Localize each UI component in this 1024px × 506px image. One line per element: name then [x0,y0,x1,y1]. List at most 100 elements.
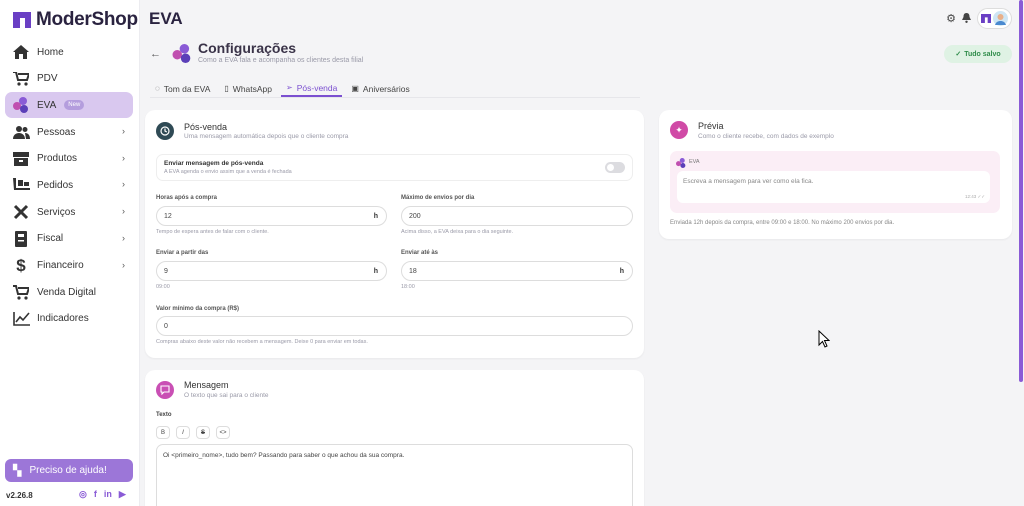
header-title: EVA [149,9,183,28]
max-envios-input[interactable]: 200 [401,206,633,226]
chevron-right-icon: › [122,206,125,217]
sidebar-item-pessoas[interactable]: Pessoas › [5,119,133,145]
facebook-icon[interactable]: f [94,489,97,500]
posvenda-toggle[interactable] [605,162,625,173]
page-subtitle: Como a EVA fala e acompanha os clientes … [198,57,364,64]
check-icon: ✓ [955,51,962,58]
mensagem-card: Mensagem O texto que sai para o cliente … [145,370,644,506]
fim-input[interactable]: 18 h [401,261,633,281]
settings-tabs: ◌ Tom da EVA ▯ WhatsApp ➢ Pós-venda ▣ An… [150,80,419,97]
back-arrow-icon[interactable]: ← [150,48,161,60]
social-links: ◎ f in ▶ [79,489,126,500]
mensagem-textarea[interactable]: Oi <primeiro_nome>, tudo bem? Passando p… [156,444,633,506]
toggle-description: A EVA agenda o envio assim que a venda é… [164,169,292,175]
tab-tom-da-eva[interactable]: ◌ Tom da EVA [150,80,215,97]
page-scrollbar[interactable] [1019,0,1023,506]
inicio-help: 09:00 [156,284,170,290]
help-button[interactable]: ▚ Preciso de ajuda! [5,459,133,482]
preview-footer: Enviada 12h depois da compra, entre 09:0… [670,220,895,226]
fim-unit: h [619,267,624,275]
mouse-cursor-icon [818,330,830,348]
tab-pos-venda[interactable]: ➢ Pós-venda [281,80,343,97]
brand-name: ModerShop [36,9,138,30]
brand-mini-icon [981,14,991,23]
bell-icon[interactable] [962,10,971,28]
sidebar: ModerShop Home PDV EVA New Pessoas › Pro… [0,0,140,506]
sidebar-item-label: Venda Digital [37,286,96,298]
posvenda-subtitle: Uma mensagem automática depois que o cli… [184,133,349,140]
sidebar-item-label: Financeiro [37,260,84,271]
sidebar-item-label: PDV [37,73,58,85]
fim-value: 18 [409,267,417,275]
page-title: Configurações [198,40,297,56]
preview-title: Prévia [698,121,724,131]
posvenda-card: Pós-venda Uma mensagem automática depois… [145,110,644,358]
sidebar-item-eva[interactable]: EVA New [5,92,133,119]
tab-aniversarios[interactable]: ▣ Aniversários [346,80,414,97]
brand-logo[interactable]: ModerShop [13,9,138,31]
preview-card: ✦ Prévia Como o cliente recebe, com dado… [659,110,1012,239]
horas-label: Horas após a compra [156,195,218,201]
cart-icon [12,70,30,88]
avatar [993,11,1008,26]
sidebar-item-financeiro[interactable]: $ Financeiro › [5,253,133,279]
sidebar-item-label: Serviços [37,206,76,218]
chevron-right-icon: › [122,259,125,270]
texto-label: Texto [156,412,172,418]
mensagem-title: Mensagem [184,380,229,390]
sidebar-item-label: Pessoas [37,126,76,138]
max-envios-label: Máximo de envios por dia [401,195,475,201]
save-status-badge: ✓ Tudo salvo [944,45,1012,63]
preview-subtitle: Como o cliente recebe, com dados de exem… [698,133,834,140]
horas-value: 12 [164,212,172,220]
youtube-icon[interactable]: ▶ [119,489,126,500]
sidebar-item-pedidos[interactable]: Pedidos › [5,172,133,198]
horas-help: Tempo de espera antes de falar com o cli… [156,229,269,235]
app-version: v2.26.8 [6,491,33,500]
tab-whatsapp[interactable]: ▯ WhatsApp [219,80,277,97]
chevron-right-icon: › [122,152,125,163]
code-button[interactable]: <> [216,426,230,439]
sidebar-item-fiscal[interactable]: Fiscal › [5,226,133,252]
eva-icon [172,44,191,63]
orders-icon [12,176,30,194]
preview-bubble: Escreva a mensagem para ver como ela fic… [677,171,990,203]
sidebar-item-servicos[interactable]: Serviços › [5,199,133,225]
help-label: Preciso de ajuda! [29,465,107,476]
bold-button[interactable]: B [156,426,170,439]
sidebar-item-produtos[interactable]: Produtos › [5,146,133,172]
strike-button[interactable]: S [196,426,210,439]
new-badge: New [64,100,85,111]
mensagem-subtitle: O texto que sai para o cliente [184,392,269,399]
valor-minimo-input[interactable]: 0 [156,316,633,336]
tab-label: Pós-venda [296,82,338,93]
fim-help: 18:00 [401,284,415,290]
italic-button[interactable]: I [176,426,190,439]
sidebar-item-indicadores[interactable]: Indicadores [5,306,133,332]
horas-input[interactable]: 12 h [156,206,387,226]
toggle-title: Enviar mensagem de pós-venda [164,160,264,167]
scrollbar-thumb[interactable] [1019,0,1023,382]
instagram-icon[interactable]: ◎ [79,489,87,500]
sidebar-item-pdv[interactable]: PDV [5,66,133,92]
gear-icon[interactable]: ⚙ [946,12,956,25]
send-icon: ➢ [286,83,293,92]
sidebar-item-home[interactable]: Home [5,39,133,65]
user-menu[interactable] [977,8,1012,29]
clock-icon [156,122,174,140]
inicio-value: 9 [164,267,168,275]
valor-minimo-help: Compras abaixo deste valor não recebem a… [156,339,368,345]
dollar-icon: $ [16,255,26,275]
gift-icon: ▣ [351,84,359,93]
inicio-input[interactable]: 9 h [156,261,387,281]
posvenda-title: Pós-venda [184,122,228,132]
chevron-right-icon: › [122,126,125,137]
sidebar-item-venda-digital[interactable]: Venda Digital [5,279,133,305]
fim-label: Enviar até às [401,250,439,256]
modershop-logo-icon [13,12,31,28]
linkedin-icon[interactable]: in [104,489,112,500]
people-icon [12,123,30,141]
chart-icon [12,310,30,328]
sidebar-item-label: Fiscal [37,233,64,245]
sidebar-item-label: EVA [37,99,57,111]
